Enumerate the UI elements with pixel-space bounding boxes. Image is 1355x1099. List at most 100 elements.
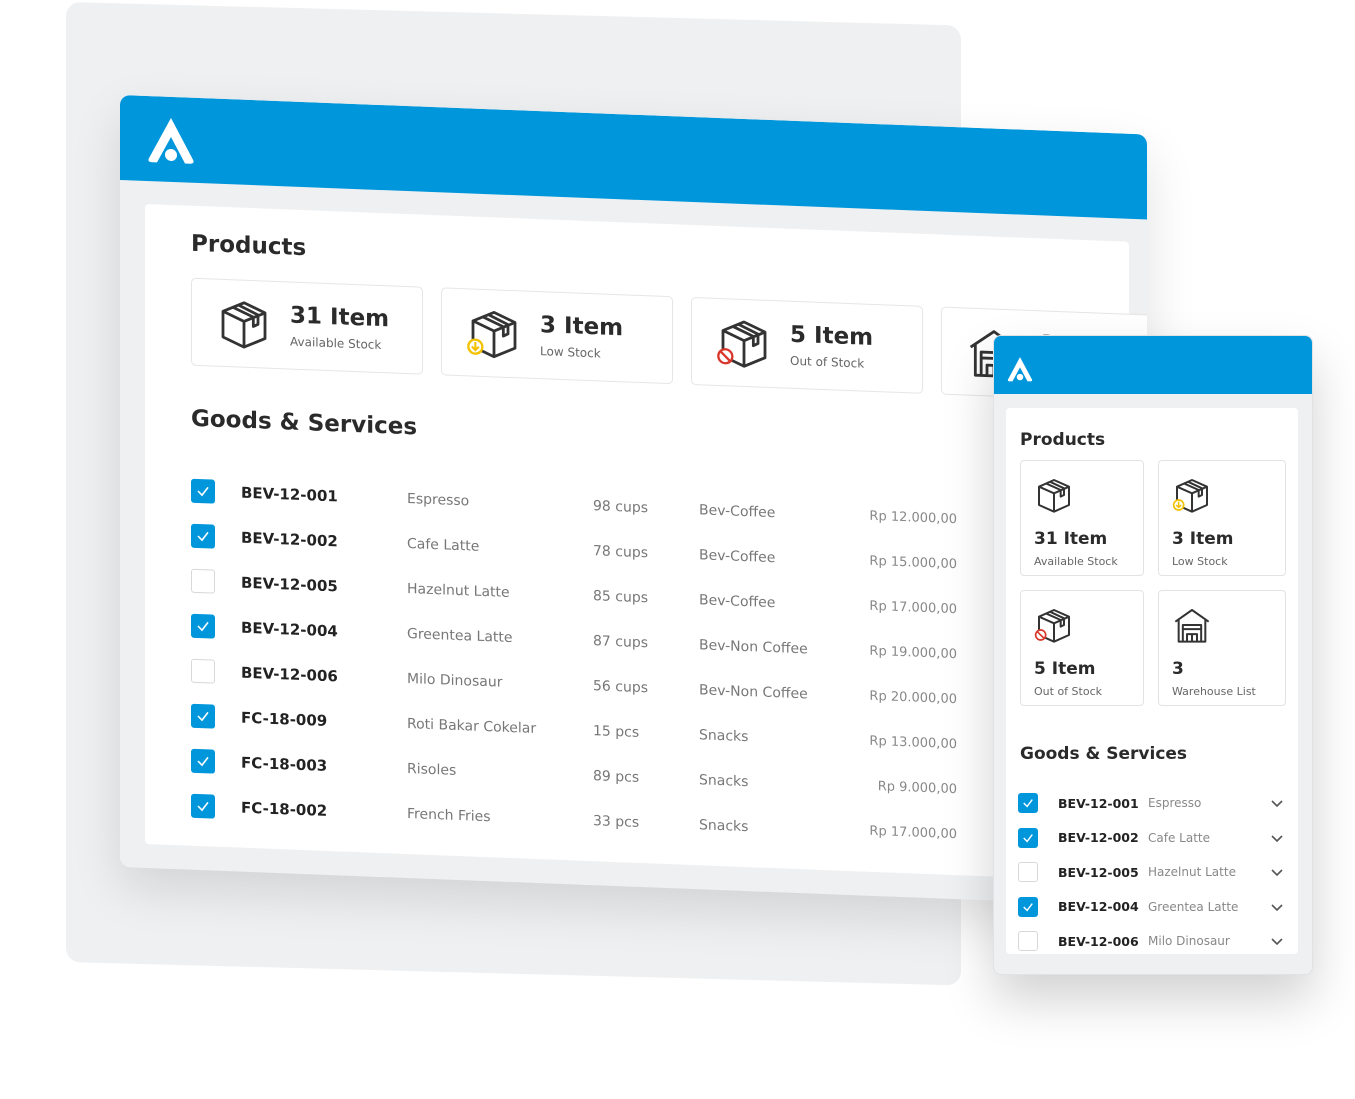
cell-name: Cafe Latte	[407, 535, 480, 555]
chevron-down-icon[interactable]	[1270, 902, 1284, 912]
row-checkbox[interactable]	[191, 658, 215, 684]
check-icon	[197, 486, 209, 496]
check-icon	[1023, 902, 1033, 912]
list-item[interactable]: BEV-12-005 Hazelnut Latte	[1018, 855, 1288, 890]
cell-name: Risoles	[407, 760, 457, 779]
cell-code: BEV-12-005	[241, 573, 338, 595]
row-checkbox[interactable]	[191, 793, 215, 819]
row-checkbox[interactable]	[1018, 827, 1038, 848]
cell-qty: 15 pcs	[593, 722, 640, 741]
cell-qty: 89 pcs	[593, 767, 640, 786]
cell-qty: 56 cups	[593, 677, 649, 696]
list-item[interactable]: BEV-12-002 Cafe Latte	[1018, 821, 1288, 856]
stat-card[interactable]: 5 Item Out of Stock	[1020, 590, 1144, 706]
warehouse-icon	[1174, 609, 1210, 643]
cell-category: Snacks	[699, 726, 749, 745]
mobile-header	[994, 336, 1312, 394]
list-item[interactable]: BEV-12-001 Espresso	[1018, 786, 1288, 821]
check-icon	[1023, 833, 1033, 843]
cell-code: BEV-12-002	[1058, 830, 1139, 846]
cell-code: BEV-12-005	[1058, 864, 1139, 880]
logo-icon	[1007, 357, 1033, 382]
cell-name: Espresso	[1148, 796, 1202, 811]
cell-qty: 78 cups	[593, 542, 649, 561]
stat-card[interactable]: 31 Item Available Stock	[1020, 460, 1144, 576]
check-icon	[197, 711, 209, 721]
row-checkbox[interactable]	[1018, 862, 1038, 883]
mobile-content-panel: Products 31 Item Available Stock 3 Item Low…	[1006, 408, 1298, 954]
stat-value: 3 Item	[540, 312, 624, 342]
cell-price: Rp 17.000,00	[869, 823, 957, 843]
row-checkbox[interactable]	[191, 478, 215, 504]
cell-code: FC-18-009	[241, 708, 328, 730]
cell-price: Rp 15.000,00	[869, 553, 957, 573]
row-checkbox[interactable]	[191, 703, 215, 729]
stat-card[interactable]: 3 Item Low Stock	[441, 287, 673, 385]
chevron-down-icon[interactable]	[1270, 936, 1284, 946]
products-title: Products	[1020, 430, 1106, 450]
cell-category: Bev-Non Coffee	[699, 636, 808, 657]
row-checkbox[interactable]	[191, 748, 215, 774]
list-item[interactable]: BEV-12-004 Greentea Latte	[1018, 890, 1288, 925]
goods-list: BEV-12-001 Espresso BEV-12-002 Cafe Latte BE…	[1018, 786, 1288, 959]
stat-card[interactable]: 3 Warehouse List	[1158, 590, 1286, 706]
stat-cards: 31 Item Available Stock 3 Item Low Stock 5 I…	[1020, 460, 1286, 706]
stat-label: Low Stock	[540, 344, 601, 361]
stat-value: 5 Item	[790, 321, 874, 351]
box-out-of-stock-icon	[717, 320, 767, 368]
logo-icon	[148, 117, 194, 164]
check-icon	[197, 621, 209, 631]
chevron-down-icon[interactable]	[1270, 867, 1284, 877]
list-item[interactable]: BEV-12-006 Milo Dinosaur	[1018, 924, 1288, 959]
check-icon	[197, 801, 209, 811]
cell-price: Rp 12.000,00	[869, 508, 957, 528]
cell-code: BEV-12-006	[1058, 933, 1139, 949]
products-title: Products	[191, 230, 307, 262]
cell-name: Cafe Latte	[1148, 830, 1210, 845]
cell-code: BEV-12-004	[241, 618, 338, 640]
cell-name: Hazelnut Latte	[1148, 865, 1236, 880]
chevron-down-icon[interactable]	[1270, 798, 1284, 808]
goods-title: Goods & Services	[191, 405, 418, 441]
stat-value: 31 Item	[290, 302, 390, 333]
cell-price: Rp 17.000,00	[869, 598, 957, 618]
cell-category: Bev-Coffee	[699, 546, 776, 566]
stat-label: Available Stock	[1034, 555, 1118, 568]
cell-name: Milo Dinosaur	[1148, 934, 1230, 949]
cell-name: Espresso	[407, 490, 470, 509]
row-checkbox[interactable]	[191, 613, 215, 639]
cell-category: Snacks	[699, 816, 749, 835]
row-checkbox[interactable]	[191, 523, 215, 549]
cell-price: Rp 20.000,00	[869, 688, 957, 708]
cell-qty: 98 cups	[593, 497, 649, 516]
cell-price: Rp 9.000,00	[877, 779, 957, 798]
cell-code: FC-18-002	[241, 798, 328, 820]
row-checkbox[interactable]	[1018, 793, 1038, 814]
chevron-down-icon[interactable]	[1270, 833, 1284, 843]
row-checkbox[interactable]	[1018, 931, 1038, 952]
row-checkbox[interactable]	[191, 568, 215, 594]
cell-code: BEV-12-001	[241, 483, 338, 505]
cell-code: BEV-12-002	[241, 528, 338, 550]
stat-card[interactable]: 31 Item Available Stock	[191, 277, 423, 375]
cell-name: French Fries	[407, 805, 491, 825]
cell-category: Bev-Coffee	[699, 591, 776, 611]
cell-code: BEV-12-001	[1058, 795, 1139, 811]
stat-value: 5 Item	[1034, 659, 1096, 679]
cell-code: BEV-12-004	[1058, 899, 1139, 915]
stat-label: Out of Stock	[1034, 685, 1102, 698]
check-icon	[197, 531, 209, 541]
cell-category: Bev-Non Coffee	[699, 681, 808, 702]
cell-price: Rp 19.000,00	[869, 643, 957, 663]
row-checkbox[interactable]	[1018, 896, 1038, 917]
stat-value: 3	[1172, 659, 1184, 679]
cell-name: Roti Bakar Cokelar	[407, 715, 537, 737]
cell-qty: 87 cups	[593, 632, 649, 651]
box-icon	[1038, 479, 1070, 513]
cell-category: Bev-Coffee	[699, 501, 776, 521]
cell-code: BEV-12-006	[241, 663, 338, 685]
stat-card[interactable]: 3 Item Low Stock	[1158, 460, 1286, 576]
stat-card[interactable]: 5 Item Out of Stock	[691, 296, 923, 394]
stat-label: Out of Stock	[790, 353, 865, 371]
cell-name: Greentea Latte	[1148, 899, 1239, 914]
